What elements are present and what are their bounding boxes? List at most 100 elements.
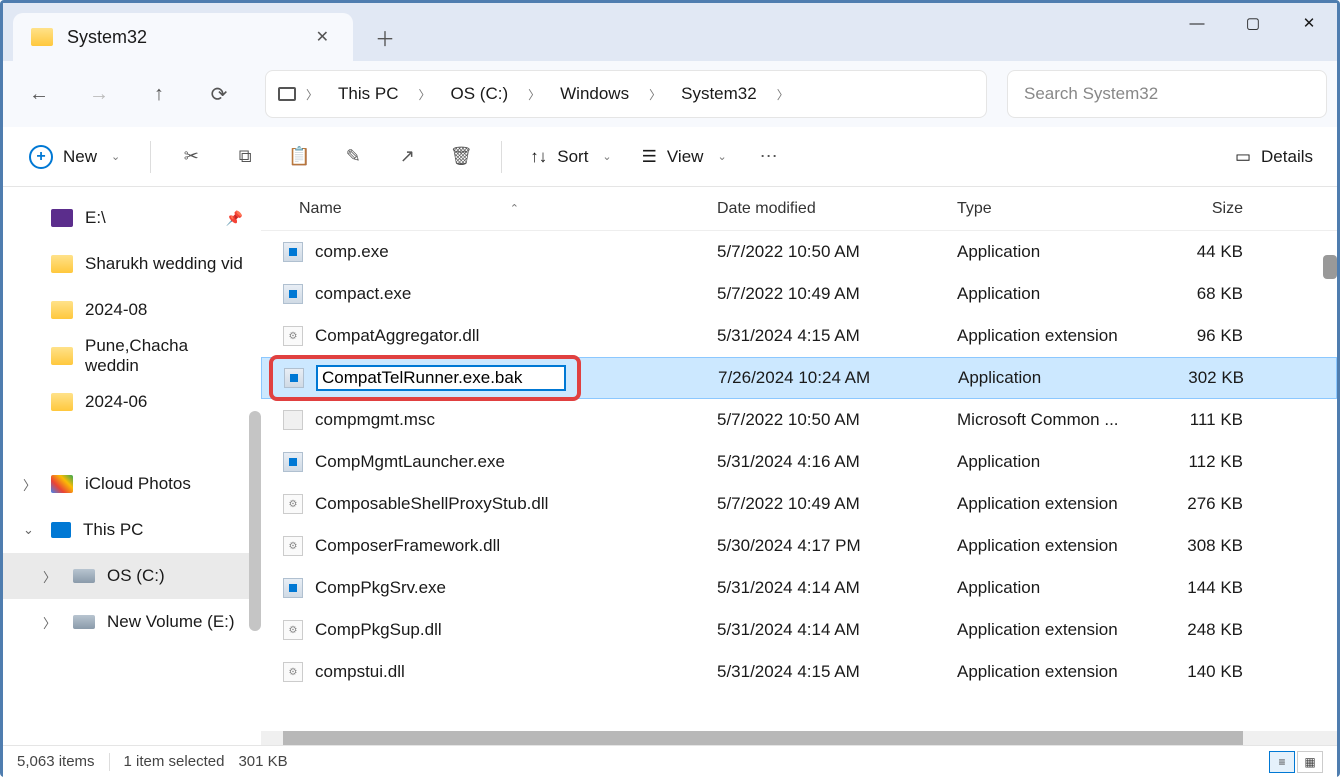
sidebar-item[interactable]: Sharukh wedding vid bbox=[3, 241, 261, 287]
navigation-pane: E:\📌Sharukh wedding vid2024-08Pune,Chach… bbox=[3, 187, 261, 745]
video-icon bbox=[51, 209, 73, 227]
more-button[interactable]: ⋯ bbox=[745, 137, 793, 177]
window-controls: — ▢ ✕ bbox=[1169, 3, 1337, 43]
title-bar: System32 ✕ ＋ — ▢ ✕ bbox=[3, 3, 1337, 61]
file-icon bbox=[283, 662, 303, 682]
new-button[interactable]: + New ⌄ bbox=[15, 137, 134, 177]
file-row[interactable]: CompPkgSrv.exe5/31/2024 4:14 AMApplicati… bbox=[261, 567, 1337, 609]
chevron-down-icon[interactable]: ⌄ bbox=[23, 522, 34, 538]
file-row[interactable]: ComposableShellProxyStub.dll5/7/2022 10:… bbox=[261, 483, 1337, 525]
file-row[interactable]: compmgmt.msc5/7/2022 10:50 AMMicrosoft C… bbox=[261, 399, 1337, 441]
rename-button[interactable]: ✎ bbox=[329, 137, 377, 177]
file-size: 144 KB bbox=[1141, 578, 1261, 598]
sidebar-item[interactable]: Pune,Chacha weddin bbox=[3, 333, 261, 379]
share-button[interactable]: ↗ bbox=[383, 137, 431, 177]
chevron-down-icon: ⌄ bbox=[111, 150, 120, 163]
file-type: Application bbox=[941, 284, 1141, 304]
chevron-right-icon[interactable]: 〉 bbox=[412, 86, 436, 103]
file-icon bbox=[284, 368, 304, 388]
chevron-right-icon[interactable]: 〉 bbox=[300, 86, 324, 103]
chevron-right-icon[interactable]: 〉 bbox=[643, 86, 667, 103]
minimize-button[interactable]: — bbox=[1169, 3, 1225, 43]
file-size: 112 KB bbox=[1141, 452, 1261, 472]
breadcrumb-item[interactable]: System32 bbox=[671, 78, 767, 110]
sort-indicator-icon: ⌃ bbox=[510, 202, 519, 215]
file-size: 140 KB bbox=[1141, 662, 1261, 682]
file-type: Application extension bbox=[941, 494, 1141, 514]
search-input[interactable]: Search System32 bbox=[1007, 70, 1327, 118]
up-button[interactable]: ↑ bbox=[133, 70, 185, 118]
chevron-right-icon[interactable]: 〉 bbox=[43, 567, 56, 586]
refresh-button[interactable]: ⟳ bbox=[193, 70, 245, 118]
sidebar-item[interactable]: 2024-06 bbox=[3, 379, 261, 425]
file-icon bbox=[283, 620, 303, 640]
sidebar-item[interactable]: 〉New Volume (E:) bbox=[3, 599, 261, 645]
file-date: 7/26/2024 10:24 AM bbox=[702, 368, 942, 388]
file-row[interactable]: CompPkgSup.dll5/31/2024 4:14 AMApplicati… bbox=[261, 609, 1337, 651]
column-header-type[interactable]: Type bbox=[941, 200, 1141, 218]
file-date: 5/7/2022 10:50 AM bbox=[701, 242, 941, 262]
maximize-button[interactable]: ▢ bbox=[1225, 3, 1281, 43]
thumbnails-view-button[interactable]: ▦ bbox=[1297, 751, 1323, 773]
chevron-right-icon[interactable]: 〉 bbox=[43, 613, 56, 632]
vertical-scrollbar[interactable] bbox=[1323, 255, 1337, 279]
rename-input[interactable] bbox=[316, 365, 566, 391]
file-date: 5/31/2024 4:14 AM bbox=[701, 620, 941, 640]
new-tab-button[interactable]: ＋ bbox=[365, 17, 405, 57]
cut-button[interactable]: ✂ bbox=[167, 137, 215, 177]
breadcrumb-item[interactable]: This PC bbox=[328, 78, 408, 110]
sidebar-item[interactable]: 2024-08 bbox=[3, 287, 261, 333]
sidebar-scrollbar[interactable] bbox=[249, 411, 261, 631]
file-row[interactable]: CompMgmtLauncher.exe5/31/2024 4:16 AMApp… bbox=[261, 441, 1337, 483]
window-tab[interactable]: System32 ✕ bbox=[13, 13, 353, 61]
folder-icon bbox=[51, 255, 73, 273]
close-tab-button[interactable]: ✕ bbox=[310, 21, 335, 53]
file-row[interactable]: ComposerFramework.dll5/30/2024 4:17 PMAp… bbox=[261, 525, 1337, 567]
file-size: 96 KB bbox=[1141, 326, 1261, 346]
chevron-right-icon[interactable]: 〉 bbox=[771, 86, 795, 103]
chevron-right-icon[interactable]: 〉 bbox=[522, 86, 546, 103]
column-header-size[interactable]: Size bbox=[1141, 200, 1261, 218]
sidebar-item[interactable]: 〉OS (C:) bbox=[3, 553, 261, 599]
delete-button[interactable]: 🗑 bbox=[437, 137, 485, 177]
file-name: CompMgmtLauncher.exe bbox=[315, 452, 505, 472]
column-header-date[interactable]: Date modified bbox=[701, 200, 941, 218]
file-row[interactable]: CompatAggregator.dll5/31/2024 4:15 AMApp… bbox=[261, 315, 1337, 357]
file-list[interactable]: comp.exe5/7/2022 10:50 AMApplication44 K… bbox=[261, 231, 1337, 731]
copy-button[interactable]: ⧉ bbox=[221, 137, 269, 177]
sidebar-item-label: iCloud Photos bbox=[85, 474, 191, 494]
sidebar-item[interactable]: ⌄This PC bbox=[3, 507, 261, 553]
file-row[interactable]: compact.exe5/7/2022 10:49 AMApplication6… bbox=[261, 273, 1337, 315]
sidebar-item[interactable]: E:\📌 bbox=[3, 195, 261, 241]
address-bar[interactable]: 〉 This PC 〉 OS (C:) 〉 Windows 〉 System32… bbox=[265, 70, 987, 118]
file-size: 276 KB bbox=[1141, 494, 1261, 514]
breadcrumb-item[interactable]: OS (C:) bbox=[441, 78, 519, 110]
chevron-right-icon[interactable]: 〉 bbox=[23, 475, 36, 494]
status-selection: 1 item selected bbox=[124, 753, 225, 770]
file-name: CompatAggregator.dll bbox=[315, 326, 479, 346]
folder-icon bbox=[31, 28, 53, 46]
file-type: Application extension bbox=[941, 536, 1141, 556]
separator bbox=[501, 141, 502, 173]
view-button[interactable]: ☰ View ⌄ bbox=[630, 139, 739, 175]
close-window-button[interactable]: ✕ bbox=[1281, 3, 1337, 43]
pc-icon bbox=[278, 87, 296, 101]
sort-button[interactable]: ↑↓ Sort ⌄ bbox=[518, 139, 623, 175]
details-pane-button[interactable]: ▭ Details bbox=[1223, 139, 1325, 175]
paste-button[interactable]: 📋 bbox=[275, 137, 323, 177]
file-row[interactable]: 7/26/2024 10:24 AMApplication302 KB bbox=[261, 357, 1337, 399]
horizontal-scrollbar[interactable] bbox=[261, 731, 1337, 745]
file-row[interactable]: compstui.dll5/31/2024 4:15 AMApplication… bbox=[261, 651, 1337, 693]
file-icon bbox=[283, 242, 303, 262]
breadcrumb-item[interactable]: Windows bbox=[550, 78, 639, 110]
back-button[interactable]: ← bbox=[13, 70, 65, 118]
details-view-button[interactable]: ≡ bbox=[1269, 751, 1295, 773]
chevron-down-icon: ⌄ bbox=[602, 150, 611, 163]
details-icon: ▭ bbox=[1235, 147, 1251, 167]
file-size: 308 KB bbox=[1141, 536, 1261, 556]
file-name: compact.exe bbox=[315, 284, 411, 304]
sidebar-item[interactable]: 〉 iCloud Photos bbox=[3, 461, 261, 507]
file-row[interactable]: comp.exe5/7/2022 10:50 AMApplication44 K… bbox=[261, 231, 1337, 273]
forward-button[interactable]: → bbox=[73, 70, 125, 118]
column-header-name[interactable]: Name ⌃ bbox=[261, 200, 701, 218]
